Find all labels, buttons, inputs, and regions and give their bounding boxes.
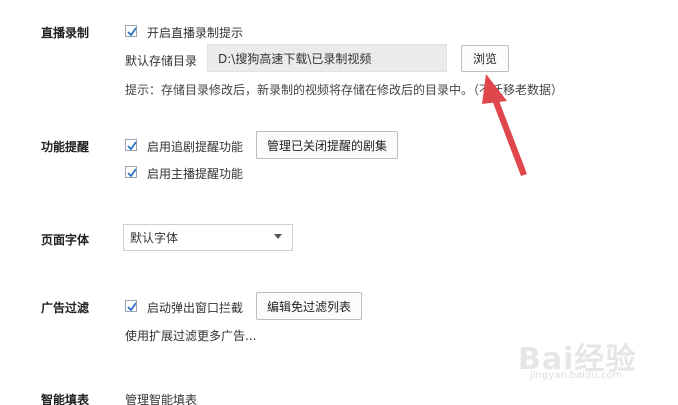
edit-whitelist-button[interactable]: 编辑免过滤列表 [256,292,362,320]
settings-page: 直播录制 开启直播录制提示 默认存储目录 D:\搜狗高速下载\已录制视频 浏览 … [0,0,678,405]
anchor-reminder-checkbox[interactable] [125,166,137,178]
chevron-down-icon [274,234,282,239]
section-title-font: 页面字体 [41,233,90,247]
section-title-adfilter: 广告过滤 [41,301,90,315]
section-title-smartfill: 智能填表 [41,393,90,405]
anchor-reminder-label: 启用主播提醒功能 [147,167,244,181]
font-select[interactable]: 默认字体 [123,224,293,251]
storage-dir-hint: 提示：存储目录修改后，新录制的视频将存储在修改后的目录中。（不迁移老数据） [125,83,564,97]
follow-reminder-label: 启用追剧提醒功能 [147,140,244,154]
popup-block-label: 启动弹出窗口拦截 [147,301,244,315]
storage-dir-value: D:\搜狗高速下载\已录制视频 [218,51,372,66]
arrow-shaft [492,98,527,176]
checkmark-icon [127,27,137,37]
manage-closed-reminders-button[interactable]: 管理已关闭提醒的剧集 [256,131,398,159]
storage-dir-label: 默认存储目录 [125,54,198,68]
font-select-value: 默认字体 [130,231,179,245]
enable-record-hint-label: 开启直播录制提示 [147,26,244,40]
popup-block-checkbox[interactable] [125,300,137,312]
checkmark-icon [127,168,137,178]
manage-smartfill-link[interactable]: 管理智能填表 [125,391,197,405]
enable-record-hint-checkbox[interactable] [125,25,137,37]
section-title-recording: 直播录制 [41,26,90,40]
browse-button[interactable]: 浏览 [461,45,509,72]
storage-dir-field[interactable]: D:\搜狗高速下载\已录制视频 [207,44,447,72]
checkmark-icon [127,141,137,151]
extension-filter-link[interactable]: 使用扩展过滤更多广告... [125,327,256,344]
follow-reminder-checkbox[interactable] [125,139,137,151]
section-title-reminder: 功能提醒 [41,140,90,154]
baidu-watermark-url: jingyan.baidu.com [530,370,623,381]
checkmark-icon [127,302,137,312]
